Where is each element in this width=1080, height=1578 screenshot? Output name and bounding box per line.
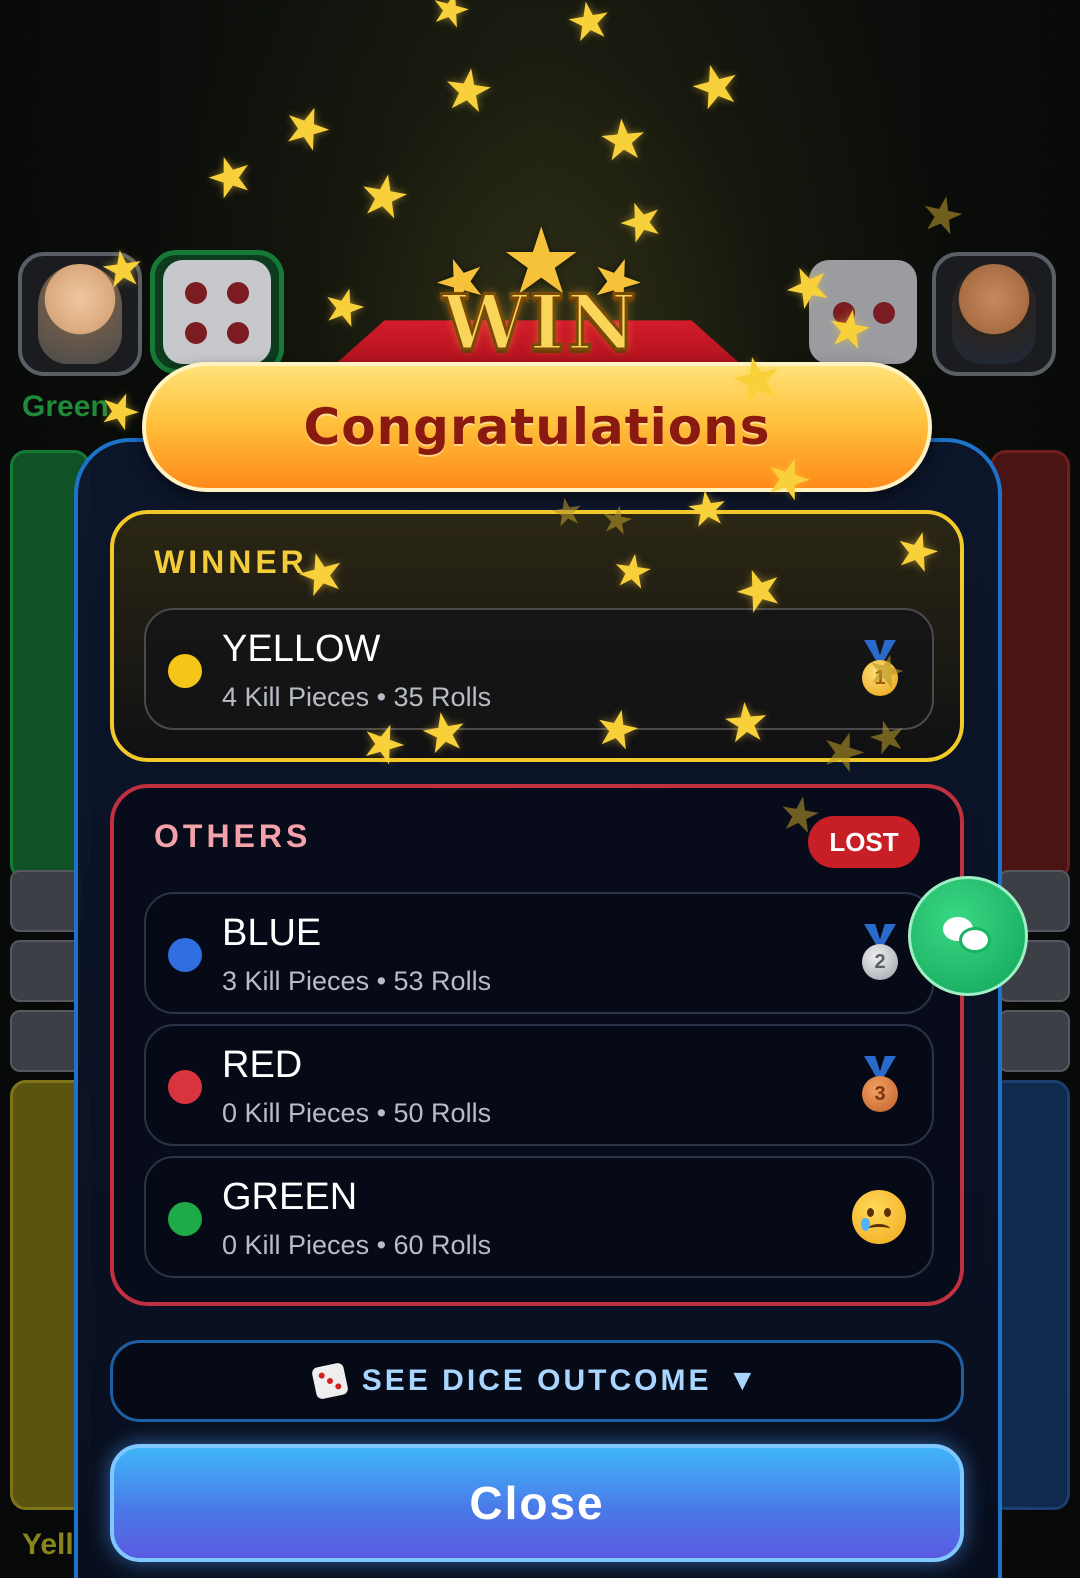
opponent-dice[interactable] [796, 250, 930, 374]
player-color-dot [168, 654, 202, 688]
player-label-yellow: Yell [22, 1528, 74, 1561]
board-tile [10, 1010, 82, 1072]
winner-row: YELLOW 4 Kill Pieces • 35 Rolls 1 [144, 608, 934, 730]
chat-icon [943, 917, 993, 955]
star-icon: ★ [914, 182, 971, 248]
star-icon: ★ [315, 274, 374, 340]
avatar [952, 264, 1036, 364]
board-tile [10, 940, 82, 1002]
board-tile [10, 870, 82, 932]
winner-panel: WINNER YELLOW 4 Kill Pieces • 35 Rolls 1 [110, 510, 964, 762]
star-icon: ★ [197, 140, 263, 214]
chevron-down-icon: ▼ [727, 1364, 761, 1397]
see-dice-outcome-button[interactable]: SEE DICE OUTCOME ▼ [110, 1340, 964, 1422]
player-stats: 3 Kill Pieces • 53 Rolls [222, 966, 492, 996]
blue-home-area [990, 1080, 1070, 1510]
board-tile [998, 1010, 1070, 1072]
player-row-green: GREEN 0 Kill Pieces • 60 Rolls [144, 1156, 934, 1278]
star-icon: ★ [423, 0, 478, 40]
dice-two-icon [809, 260, 917, 364]
bronze-medal-icon: 3 [860, 1056, 900, 1116]
player-name: GREEN [222, 1176, 358, 1218]
others-panel: OTHERS LOST BLUE 3 Kill Pieces • 53 Roll… [110, 784, 964, 1306]
player-row-blue: BLUE 3 Kill Pieces • 53 Rolls 2 [144, 892, 934, 1014]
player-color-dot [168, 938, 202, 972]
dice-icon [310, 1362, 349, 1400]
player-avatar-opponent[interactable] [932, 252, 1056, 376]
player-stats: 4 Kill Pieces • 35 Rolls [222, 682, 492, 712]
gold-medal-icon: 1 [860, 640, 900, 700]
player-row-red: RED 0 Kill Pieces • 50 Rolls 3 [144, 1024, 934, 1146]
player-color-dot [168, 1070, 202, 1104]
close-button[interactable]: Close [110, 1444, 964, 1562]
congratulations-banner: Congratulations [142, 362, 932, 492]
star-icon: ★ [437, 54, 499, 127]
dice-four-icon [163, 260, 271, 364]
player-avatar-green[interactable] [18, 252, 142, 376]
star-icon: ★ [272, 89, 342, 166]
win-title: WIN [440, 277, 639, 369]
player-stats: 0 Kill Pieces • 60 Rolls [222, 1230, 492, 1260]
chat-button[interactable] [908, 876, 1028, 996]
star-icon: ★ [352, 159, 416, 234]
others-section-title: OTHERS [154, 818, 312, 854]
dice-outcome-label: SEE DICE OUTCOME [361, 1364, 712, 1397]
red-home-area [990, 450, 1070, 880]
player-name: BLUE [222, 912, 322, 954]
player-name: YELLOW [222, 628, 381, 670]
lost-badge: LOST [808, 816, 920, 868]
crying-face-icon [852, 1190, 906, 1244]
star-icon: ★ [595, 105, 651, 174]
player-stats: 0 Kill Pieces • 50 Rolls [222, 1098, 492, 1128]
winner-section-title: WINNER [154, 544, 308, 580]
player-label-green: Green [22, 390, 109, 423]
avatar [38, 264, 122, 364]
congratulations-title: Congratulations [303, 398, 771, 456]
star-icon: ★ [682, 48, 750, 125]
green-dice[interactable] [150, 250, 284, 374]
silver-medal-icon: 2 [860, 924, 900, 984]
player-name: RED [222, 1044, 303, 1086]
player-color-dot [168, 1202, 202, 1236]
star-icon: ★ [561, 0, 618, 55]
